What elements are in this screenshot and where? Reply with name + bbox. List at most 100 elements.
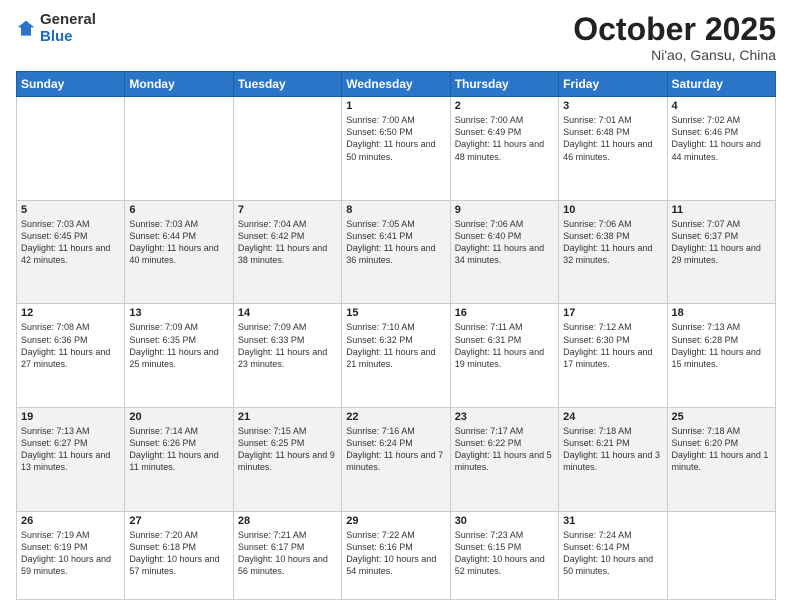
day-number: 29 bbox=[346, 515, 445, 527]
cell-content: Sunrise: 7:22 AM Sunset: 6:16 PM Dayligh… bbox=[346, 529, 445, 578]
title-area: October 2025 Ni'ao, Gansu, China bbox=[573, 12, 776, 63]
cell-content: Sunrise: 7:24 AM Sunset: 6:14 PM Dayligh… bbox=[563, 529, 662, 578]
calendar-cell: 8Sunrise: 7:05 AM Sunset: 6:41 PM Daylig… bbox=[342, 200, 450, 304]
cell-content: Sunrise: 7:17 AM Sunset: 6:22 PM Dayligh… bbox=[455, 425, 554, 474]
cell-content: Sunrise: 7:06 AM Sunset: 6:38 PM Dayligh… bbox=[563, 218, 662, 267]
cell-content: Sunrise: 7:13 AM Sunset: 6:28 PM Dayligh… bbox=[672, 321, 771, 370]
calendar-cell: 16 Sunrise: 7:11 AM Sunset: 6:31 PM Dayli… bbox=[450, 304, 558, 408]
calendar-cell: 11 Sunrise: 7:07 AM Sunset: 6:37 PM Dayli… bbox=[667, 200, 775, 304]
cell-content: Sunrise: 7:03 AM Sunset: 6:44 PM Dayligh… bbox=[129, 218, 228, 267]
day-number: 24 bbox=[563, 411, 662, 423]
calendar-cell: 5 Sunrise: 7:03 AM Sunset: 6:45 PM Daylig… bbox=[17, 200, 125, 304]
cell-content: Sunrise: 7:15 AM Sunset: 6:25 PM Dayligh… bbox=[238, 425, 337, 474]
cell-content: Sunrise: 7:09 AM Sunset: 6:33 PM Dayligh… bbox=[238, 321, 337, 370]
day-of-week-header: Wednesday bbox=[342, 72, 450, 97]
day-number: 18 bbox=[672, 307, 771, 319]
day-number: 16 bbox=[455, 307, 554, 319]
calendar-cell: 25 Sunrise: 7:18 AM Sunset: 6:20 PM Dayli… bbox=[667, 407, 775, 511]
cell-content: Sunrise: 7:19 AM Sunset: 6:19 PM Dayligh… bbox=[21, 529, 120, 578]
day-number: 5 bbox=[21, 204, 120, 216]
cell-content: Sunrise: 7:08 AM Sunset: 6:36 PM Dayligh… bbox=[21, 321, 120, 370]
calendar-cell: 4Sunrise: 7:02 AM Sunset: 6:46 PM Daylig… bbox=[667, 97, 775, 201]
calendar-cell: 10 Sunrise: 7:06 AM Sunset: 6:38 PM Dayli… bbox=[559, 200, 667, 304]
calendar-cell: 6 Sunrise: 7:03 AM Sunset: 6:44 PM Daylig… bbox=[125, 200, 233, 304]
day-number: 30 bbox=[455, 515, 554, 527]
cell-content: Sunrise: 7:21 AM Sunset: 6:17 PM Dayligh… bbox=[238, 529, 337, 578]
day-number: 11 bbox=[672, 204, 771, 216]
calendar-cell: 27Sunrise: 7:20 AM Sunset: 6:18 PM Dayli… bbox=[125, 511, 233, 599]
cell-content: Sunrise: 7:18 AM Sunset: 6:20 PM Dayligh… bbox=[672, 425, 771, 474]
calendar-cell: 18 Sunrise: 7:13 AM Sunset: 6:28 PM Dayli… bbox=[667, 304, 775, 408]
day-of-week-header: Tuesday bbox=[233, 72, 341, 97]
calendar-cell: 15Sunrise: 7:10 AM Sunset: 6:32 PM Dayli… bbox=[342, 304, 450, 408]
calendar-cell: 30 Sunrise: 7:23 AM Sunset: 6:15 PM Dayli… bbox=[450, 511, 558, 599]
day-number: 6 bbox=[129, 204, 228, 216]
calendar-week-row: 1Sunrise: 7:00 AM Sunset: 6:50 PM Daylig… bbox=[17, 97, 776, 201]
cell-content: Sunrise: 7:02 AM Sunset: 6:46 PM Dayligh… bbox=[672, 114, 771, 163]
calendar-cell: 20 Sunrise: 7:14 AM Sunset: 6:26 PM Dayli… bbox=[125, 407, 233, 511]
cell-content: Sunrise: 7:00 AM Sunset: 6:49 PM Dayligh… bbox=[455, 114, 554, 163]
day-number: 20 bbox=[129, 411, 228, 423]
header: General Blue October 2025 Ni'ao, Gansu, … bbox=[16, 12, 776, 63]
day-of-week-header: Sunday bbox=[17, 72, 125, 97]
calendar-cell bbox=[233, 97, 341, 201]
calendar-cell: 31Sunrise: 7:24 AM Sunset: 6:14 PM Dayli… bbox=[559, 511, 667, 599]
calendar-week-row: 26 Sunrise: 7:19 AM Sunset: 6:19 PM Dayli… bbox=[17, 511, 776, 599]
calendar-cell: 7Sunrise: 7:04 AM Sunset: 6:42 PM Daylig… bbox=[233, 200, 341, 304]
day-number: 22 bbox=[346, 411, 445, 423]
day-of-week-header: Friday bbox=[559, 72, 667, 97]
day-number: 8 bbox=[346, 204, 445, 216]
cell-content: Sunrise: 7:03 AM Sunset: 6:45 PM Dayligh… bbox=[21, 218, 120, 267]
day-number: 12 bbox=[21, 307, 120, 319]
calendar-cell bbox=[667, 511, 775, 599]
cell-content: Sunrise: 7:18 AM Sunset: 6:21 PM Dayligh… bbox=[563, 425, 662, 474]
calendar-cell: 26 Sunrise: 7:19 AM Sunset: 6:19 PM Dayli… bbox=[17, 511, 125, 599]
cell-content: Sunrise: 7:13 AM Sunset: 6:27 PM Dayligh… bbox=[21, 425, 120, 474]
logo-text: General Blue bbox=[40, 12, 96, 45]
cell-content: Sunrise: 7:16 AM Sunset: 6:24 PM Dayligh… bbox=[346, 425, 445, 474]
logo: General Blue bbox=[16, 12, 96, 45]
logo-general-text: General bbox=[40, 11, 96, 28]
calendar-cell: 17Sunrise: 7:12 AM Sunset: 6:30 PM Dayli… bbox=[559, 304, 667, 408]
month-title: October 2025 bbox=[573, 12, 776, 47]
day-number: 21 bbox=[238, 411, 337, 423]
calendar-cell: 23 Sunrise: 7:17 AM Sunset: 6:22 PM Dayli… bbox=[450, 407, 558, 511]
cell-content: Sunrise: 7:07 AM Sunset: 6:37 PM Dayligh… bbox=[672, 218, 771, 267]
calendar-week-row: 19 Sunrise: 7:13 AM Sunset: 6:27 PM Dayli… bbox=[17, 407, 776, 511]
day-number: 25 bbox=[672, 411, 771, 423]
calendar-cell: 24 Sunrise: 7:18 AM Sunset: 6:21 PM Dayli… bbox=[559, 407, 667, 511]
cell-content: Sunrise: 7:01 AM Sunset: 6:48 PM Dayligh… bbox=[563, 114, 662, 163]
logo-blue-text: Blue bbox=[40, 28, 73, 45]
page: General Blue October 2025 Ni'ao, Gansu, … bbox=[0, 0, 792, 612]
calendar-cell: 29 Sunrise: 7:22 AM Sunset: 6:16 PM Dayli… bbox=[342, 511, 450, 599]
calendar-cell: 9Sunrise: 7:06 AM Sunset: 6:40 PM Daylig… bbox=[450, 200, 558, 304]
cell-content: Sunrise: 7:11 AM Sunset: 6:31 PM Dayligh… bbox=[455, 321, 554, 370]
day-number: 15 bbox=[346, 307, 445, 319]
day-number: 23 bbox=[455, 411, 554, 423]
day-number: 9 bbox=[455, 204, 554, 216]
calendar-cell: 22 Sunrise: 7:16 AM Sunset: 6:24 PM Dayli… bbox=[342, 407, 450, 511]
location-subtitle: Ni'ao, Gansu, China bbox=[573, 47, 776, 63]
calendar-header-row: SundayMondayTuesdayWednesdayThursdayFrid… bbox=[17, 72, 776, 97]
calendar-week-row: 12 Sunrise: 7:08 AM Sunset: 6:36 PM Dayli… bbox=[17, 304, 776, 408]
calendar-cell: 2 Sunrise: 7:00 AM Sunset: 6:49 PM Daylig… bbox=[450, 97, 558, 201]
cell-content: Sunrise: 7:00 AM Sunset: 6:50 PM Dayligh… bbox=[346, 114, 445, 163]
day-number: 10 bbox=[563, 204, 662, 216]
day-number: 19 bbox=[21, 411, 120, 423]
calendar-cell: 1Sunrise: 7:00 AM Sunset: 6:50 PM Daylig… bbox=[342, 97, 450, 201]
cell-content: Sunrise: 7:04 AM Sunset: 6:42 PM Dayligh… bbox=[238, 218, 337, 267]
day-of-week-header: Monday bbox=[125, 72, 233, 97]
logo-icon bbox=[16, 19, 36, 39]
day-number: 13 bbox=[129, 307, 228, 319]
cell-content: Sunrise: 7:23 AM Sunset: 6:15 PM Dayligh… bbox=[455, 529, 554, 578]
calendar-cell: 19 Sunrise: 7:13 AM Sunset: 6:27 PM Dayli… bbox=[17, 407, 125, 511]
cell-content: Sunrise: 7:14 AM Sunset: 6:26 PM Dayligh… bbox=[129, 425, 228, 474]
calendar-cell bbox=[125, 97, 233, 201]
day-number: 28 bbox=[238, 515, 337, 527]
cell-content: Sunrise: 7:20 AM Sunset: 6:18 PM Dayligh… bbox=[129, 529, 228, 578]
day-number: 2 bbox=[455, 100, 554, 112]
day-number: 17 bbox=[563, 307, 662, 319]
day-of-week-header: Saturday bbox=[667, 72, 775, 97]
day-number: 26 bbox=[21, 515, 120, 527]
day-number: 14 bbox=[238, 307, 337, 319]
